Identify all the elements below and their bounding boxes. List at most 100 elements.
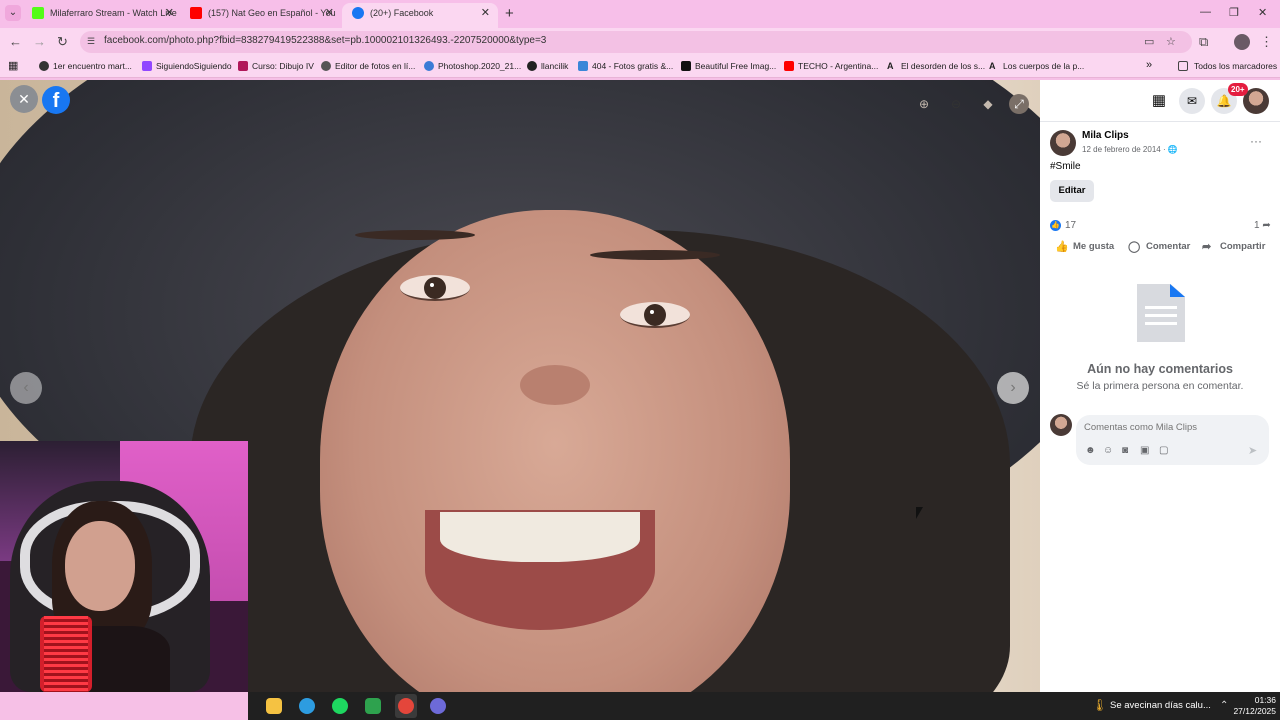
bookmark-item[interactable]: Photoshop.2020_21... xyxy=(424,61,521,71)
browser-menu-icon[interactable]: ⋮ xyxy=(1260,34,1273,50)
edge-icon[interactable] xyxy=(299,698,315,714)
bookmark-item[interactable]: Editor de fotos en lí... xyxy=(321,61,415,71)
photo-eye xyxy=(400,275,470,301)
weather-widget[interactable]: 🌡 Se avecinan días calu... xyxy=(1092,698,1211,712)
next-photo-button[interactable]: › xyxy=(997,372,1029,404)
file-explorer-icon[interactable] xyxy=(266,698,282,714)
share-button[interactable]: ➦ Compartir xyxy=(1202,241,1265,253)
gif-icon[interactable]: ▣ xyxy=(1140,445,1149,456)
tab-facebook[interactable]: (20+) Facebook ✕ xyxy=(342,3,498,28)
bookmark-item[interactable]: Beautiful Free Imag... xyxy=(681,61,776,71)
apps-grid-icon[interactable]: ▦ xyxy=(8,59,18,72)
bookmarks-bar: ▦ 1er encuentro mart... SiguiendoSiguien… xyxy=(0,56,1280,78)
chrome-icon[interactable] xyxy=(398,698,414,714)
bookmark-item[interactable]: 404 - Fotos gratis &... xyxy=(578,61,673,71)
sticker-icon[interactable]: ▢ xyxy=(1159,445,1168,456)
spotify-icon[interactable] xyxy=(332,698,348,714)
share-arrow-icon: ➦ xyxy=(1202,241,1212,253)
url-bar[interactable]: ☰ facebook.com/photo.php?fbid=8382794195… xyxy=(80,31,1192,53)
zoom-out-icon[interactable]: ⊖ xyxy=(946,94,966,114)
minimize-button[interactable]: — xyxy=(1200,6,1211,18)
bookmark-item[interactable]: SiguiendoSiguiendo xyxy=(142,61,232,71)
post-author[interactable]: Mila Clips xyxy=(1082,130,1129,141)
menu-grid-icon[interactable]: ▦ xyxy=(1146,88,1172,114)
edit-button[interactable]: Editar xyxy=(1050,180,1094,202)
comment-bubble-icon: ◯ xyxy=(1128,241,1141,253)
bookmark-favicon-icon xyxy=(527,61,537,71)
forward-icon[interactable]: → xyxy=(33,34,46,49)
no-comments-subtitle: Sé la primera persona en comentar. xyxy=(1076,380,1244,392)
close-tab-icon[interactable]: ✕ xyxy=(165,3,174,24)
site-info-icon[interactable]: ☰ xyxy=(87,36,99,48)
more-options-icon[interactable]: ··· xyxy=(1250,134,1262,148)
address-toolbar: ← → ↻ ☰ facebook.com/photo.php?fbid=8382… xyxy=(0,28,1280,56)
tab-kick[interactable]: Milaferraro Stream - Watch Live ✕ xyxy=(22,3,182,28)
close-tab-icon[interactable]: ✕ xyxy=(481,3,490,24)
post-date[interactable]: 12 de febrero de 2014 · 🌐 xyxy=(1082,145,1178,154)
messenger-icon[interactable]: ✉ xyxy=(1179,88,1205,114)
back-icon[interactable]: ← xyxy=(9,34,22,49)
bookmark-item[interactable]: Curso: Dibujo IV xyxy=(238,61,314,71)
thumbs-up-icon: 👍 xyxy=(1055,241,1069,253)
avatar-sticker-icon[interactable]: ☻ xyxy=(1085,445,1096,456)
browser-profile-avatar[interactable] xyxy=(1234,34,1250,50)
comment-button[interactable]: ◯ Comentar xyxy=(1128,241,1190,253)
document-line xyxy=(1145,322,1177,325)
commenter-avatar[interactable] xyxy=(1050,414,1072,436)
close-window-button[interactable]: ✕ xyxy=(1258,6,1267,19)
zoom-in-icon[interactable]: ⊕ xyxy=(914,94,934,114)
photo-teeth xyxy=(440,512,640,562)
facebook-logo-icon[interactable]: f xyxy=(42,86,70,114)
bookmark-item[interactable]: A Los cuerpos de la p... xyxy=(989,61,1084,71)
bookmark-item[interactable]: TECHO - Argentina... xyxy=(784,61,878,71)
emoji-icon[interactable]: ☺ xyxy=(1103,445,1113,456)
reload-icon[interactable]: ↻ xyxy=(57,34,68,50)
share-count-value: 1 xyxy=(1254,220,1260,231)
all-bookmarks-folder[interactable]: Todos los marcadores xyxy=(1178,61,1277,71)
bookmark-item[interactable]: A El desorden de los s... xyxy=(887,61,985,71)
bookmark-label: SiguiendoSiguiendo xyxy=(156,61,232,71)
system-clock[interactable]: 01:36 27/12/2025 xyxy=(1232,695,1276,717)
author-avatar[interactable] xyxy=(1050,130,1076,156)
folder-icon xyxy=(1178,61,1188,71)
like-count[interactable]: 17 xyxy=(1065,220,1076,231)
photo-nose xyxy=(520,365,590,405)
document-line xyxy=(1145,314,1177,317)
webcam-person-face xyxy=(65,521,135,611)
share-count[interactable]: 1 ➦ xyxy=(1254,220,1271,231)
bookmark-label: Beautiful Free Imag... xyxy=(695,61,777,71)
photo-brow xyxy=(355,230,475,240)
bookmark-label: Editor de fotos en lí... xyxy=(335,61,416,71)
send-comment-icon[interactable]: ➤ xyxy=(1248,444,1257,457)
restore-button[interactable]: ❐ xyxy=(1229,6,1239,19)
tray-overflow-icon[interactable]: ⌃ xyxy=(1220,700,1228,711)
bookmark-favicon-icon xyxy=(39,61,49,71)
like-button[interactable]: 👍 Me gusta xyxy=(1055,241,1114,253)
facebook-favicon-icon xyxy=(352,7,364,19)
tab-search-button[interactable]: ⌄ xyxy=(5,5,21,21)
tag-icon[interactable]: ◆ xyxy=(978,94,998,114)
bookmark-favicon-icon xyxy=(424,61,434,71)
bookmark-star-icon[interactable]: ☆ xyxy=(1166,35,1176,48)
tab-youtube[interactable]: (157) Nat Geo en Español - You ✕ xyxy=(180,3,342,28)
bookmark-item[interactable]: 1er encuentro mart... xyxy=(39,61,132,71)
close-viewer-button[interactable]: ✕ xyxy=(10,85,38,113)
bookmark-favicon-icon xyxy=(142,61,152,71)
bookmark-favicon-icon xyxy=(321,61,331,71)
fullscreen-icon[interactable]: ⤢ xyxy=(1009,94,1029,114)
photo-eye xyxy=(620,302,690,328)
new-tab-button[interactable]: + xyxy=(505,5,514,22)
bookmarks-overflow-icon[interactable]: » xyxy=(1146,59,1152,71)
extensions-icon[interactable]: ⧉ xyxy=(1199,34,1208,50)
install-app-icon[interactable]: ▭ xyxy=(1144,35,1154,48)
comment-composer[interactable]: ☻ ☺ ◙ ▣ ▢ xyxy=(1076,415,1269,465)
app-icon[interactable] xyxy=(365,698,381,714)
camera-icon[interactable]: ◙ xyxy=(1122,445,1128,456)
bookmark-item[interactable]: llancilik xyxy=(527,61,568,71)
comment-input[interactable] xyxy=(1084,419,1254,435)
close-tab-icon[interactable]: ✕ xyxy=(325,3,334,24)
discord-icon[interactable] xyxy=(430,698,446,714)
microphone-grille xyxy=(44,616,88,692)
bookmark-favicon-icon xyxy=(578,61,588,71)
previous-photo-button[interactable]: ‹ xyxy=(10,372,42,404)
